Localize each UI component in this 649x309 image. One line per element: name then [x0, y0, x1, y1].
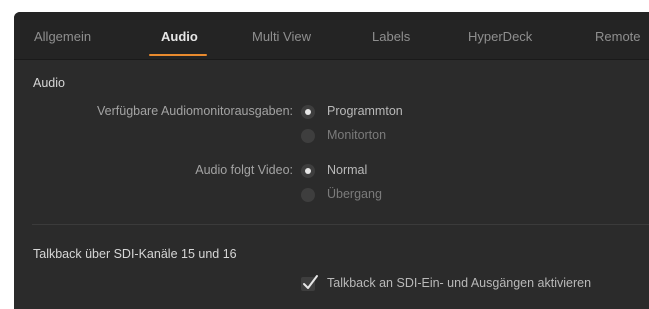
talkback-checkbox[interactable] [301, 275, 318, 291]
radio-uebergang-label[interactable]: Übergang [327, 187, 382, 201]
radio-normal-label[interactable]: Normal [327, 163, 367, 177]
follow-video-label: Audio folgt Video: [195, 163, 293, 177]
talkback-section-title: Talkback über SDI-Kanäle 15 und 16 [33, 247, 237, 261]
tab-audio[interactable]: Audio [161, 29, 198, 44]
radio-monitorton-label[interactable]: Monitorton [327, 128, 386, 142]
radio-normal[interactable] [301, 164, 315, 178]
radio-uebergang[interactable] [301, 188, 315, 202]
tab-allgemein[interactable]: Allgemein [34, 29, 91, 44]
tab-bar: Allgemein Audio Multi View Labels HyperD… [14, 12, 649, 60]
radio-monitorton[interactable] [301, 129, 315, 143]
talkback-checkbox-label[interactable]: Talkback an SDI-Ein- und Ausgängen aktiv… [327, 276, 591, 290]
tab-multi-view[interactable]: Multi View [252, 29, 311, 44]
audio-section-title: Audio [33, 76, 65, 90]
tab-remote[interactable]: Remote [595, 29, 641, 44]
active-tab-indicator [149, 54, 207, 56]
tab-hyperdeck[interactable]: HyperDeck [468, 29, 532, 44]
section-divider [32, 224, 649, 225]
radio-programmton-label[interactable]: Programmton [327, 104, 403, 118]
radio-programmton[interactable] [301, 105, 315, 119]
tab-labels[interactable]: Labels [372, 29, 410, 44]
checkmark-icon [303, 275, 318, 289]
monitor-outputs-label: Verfügbare Audiomonitorausgaben: [97, 104, 293, 118]
settings-window: Allgemein Audio Multi View Labels HyperD… [14, 12, 649, 309]
